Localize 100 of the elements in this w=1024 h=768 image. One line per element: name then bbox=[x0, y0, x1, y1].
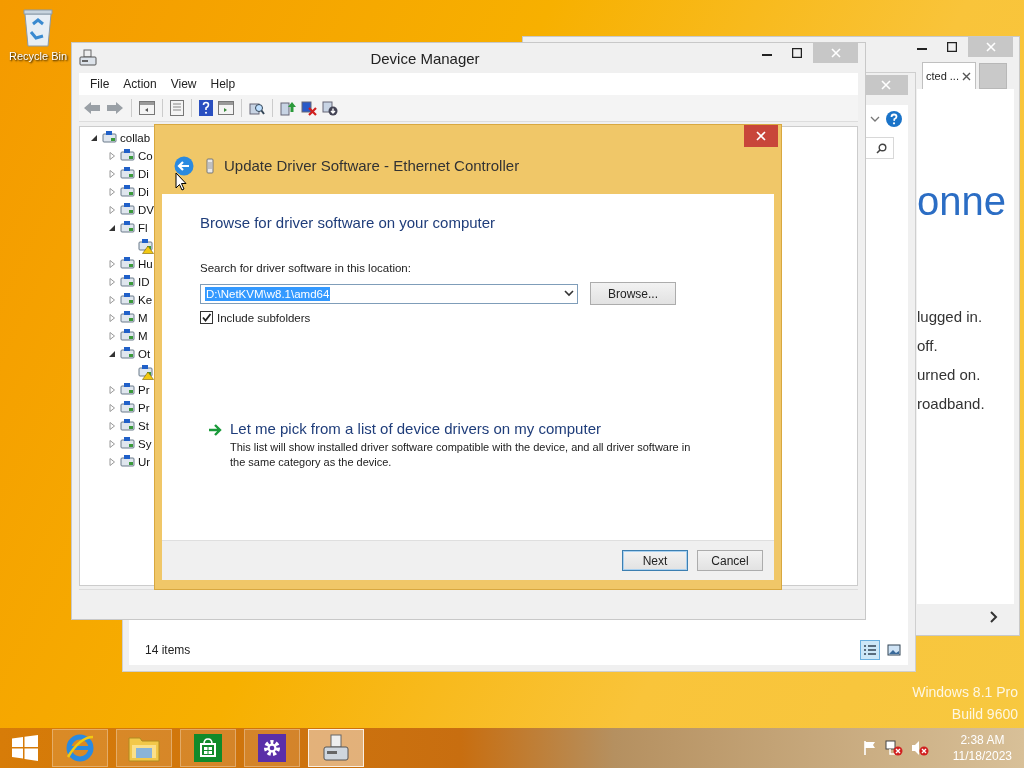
image-icon bbox=[887, 644, 901, 656]
tree-item[interactable]: Co bbox=[138, 150, 153, 162]
expand-arrow-icon[interactable] bbox=[108, 206, 116, 214]
close-button[interactable] bbox=[744, 125, 778, 147]
tree-item[interactable]: Ur bbox=[138, 456, 151, 468]
menu-item[interactable]: File bbox=[83, 77, 117, 91]
help-icon[interactable] bbox=[886, 111, 902, 127]
cancel-button[interactable]: Cancel bbox=[697, 550, 763, 571]
mouse-pointer-icon bbox=[175, 172, 187, 191]
dialog-heading: Browse for driver software on your computer bbox=[200, 214, 497, 231]
tree-item[interactable]: Di bbox=[138, 168, 149, 180]
tree-item[interactable]: Sy bbox=[138, 438, 152, 450]
uninstall-device-icon[interactable] bbox=[301, 100, 317, 116]
flag-icon[interactable] bbox=[862, 740, 877, 756]
device-icon bbox=[120, 256, 136, 272]
browser-icon bbox=[65, 733, 95, 763]
tree-item[interactable]: Pr bbox=[138, 402, 150, 414]
next-button[interactable]: Next bbox=[622, 550, 688, 571]
page-text: roadband. bbox=[917, 395, 986, 413]
maximize-icon bbox=[947, 42, 957, 52]
expand-arrow-icon[interactable] bbox=[108, 260, 116, 268]
disable-device-icon[interactable] bbox=[322, 100, 338, 116]
back-arrow-icon[interactable] bbox=[83, 101, 101, 115]
speaker-muted-icon[interactable] bbox=[910, 740, 929, 756]
tree-item[interactable]: collab bbox=[120, 132, 151, 144]
tree-item[interactable]: Pr bbox=[138, 384, 150, 396]
computer-icon bbox=[79, 49, 97, 67]
device-icon bbox=[120, 202, 136, 218]
pick-driver-link[interactable]: Let me pick from a list of device drivers on my computer bbox=[230, 420, 700, 437]
device-icon bbox=[120, 382, 136, 398]
help-icon[interactable] bbox=[199, 100, 213, 116]
taskbar-app-button[interactable] bbox=[180, 729, 236, 767]
taskbar-app-button[interactable] bbox=[308, 729, 364, 767]
close-icon bbox=[985, 42, 996, 52]
device-icon bbox=[120, 148, 136, 164]
tree-item[interactable]: St bbox=[138, 420, 149, 432]
device-icon bbox=[120, 310, 136, 326]
chevron-down-icon[interactable] bbox=[870, 115, 880, 123]
expand-arrow-icon[interactable] bbox=[108, 332, 116, 340]
expand-arrow-icon[interactable] bbox=[108, 188, 116, 196]
expand-arrow-icon[interactable] bbox=[108, 422, 116, 430]
collapse-arrow-icon[interactable] bbox=[108, 224, 116, 232]
browse-button[interactable]: Browse... bbox=[590, 282, 676, 305]
expand-arrow-icon[interactable] bbox=[108, 458, 116, 466]
expand-arrow-icon[interactable] bbox=[108, 404, 116, 412]
collapse-arrow-icon[interactable] bbox=[108, 350, 116, 358]
device-icon bbox=[120, 274, 136, 290]
field-label: Search for driver software in this location: bbox=[200, 262, 412, 274]
expand-arrow-icon[interactable] bbox=[108, 386, 116, 394]
window-pane-icon[interactable] bbox=[139, 101, 155, 115]
tree-item[interactable]: Di bbox=[138, 186, 149, 198]
gear-icon bbox=[258, 734, 286, 762]
device-icon bbox=[120, 328, 136, 344]
scroll-right-icon[interactable] bbox=[990, 611, 998, 623]
close-icon[interactable] bbox=[962, 71, 971, 81]
store-bag-icon bbox=[194, 734, 222, 762]
tree-item[interactable]: M bbox=[138, 312, 148, 324]
tree-item[interactable]: DV bbox=[138, 204, 154, 216]
expand-arrow-icon[interactable] bbox=[108, 440, 116, 448]
browser-tab[interactable]: cted ... bbox=[921, 62, 976, 89]
network-error-icon[interactable] bbox=[884, 740, 903, 756]
menu-item[interactable]: Help bbox=[203, 77, 243, 91]
collapse-arrow-icon[interactable] bbox=[90, 134, 98, 142]
device-icon bbox=[120, 220, 136, 236]
back-button-icon[interactable] bbox=[174, 155, 194, 176]
device-icon bbox=[120, 400, 136, 416]
update-driver-icon[interactable] bbox=[280, 100, 296, 116]
windows-logo-icon[interactable] bbox=[12, 735, 38, 761]
details-view-button[interactable] bbox=[860, 640, 880, 660]
tree-item[interactable]: Ke bbox=[138, 294, 153, 306]
recycle-bin-icon[interactable] bbox=[21, 6, 55, 48]
search-icon bbox=[876, 142, 887, 154]
window-pane-icon[interactable] bbox=[218, 101, 234, 115]
expand-arrow-icon[interactable] bbox=[108, 314, 116, 322]
clock-date: 11/18/2023 bbox=[952, 749, 1012, 763]
scan-hardware-icon[interactable] bbox=[249, 100, 265, 116]
expand-arrow-icon[interactable] bbox=[108, 152, 116, 160]
tree-item[interactable]: Hu bbox=[138, 258, 153, 270]
page-text: lugged in. bbox=[917, 308, 984, 326]
close-icon bbox=[880, 80, 891, 90]
details-list-icon bbox=[863, 644, 877, 656]
forward-arrow-icon[interactable] bbox=[106, 101, 124, 115]
tree-item[interactable]: ID bbox=[138, 276, 150, 288]
checkbox-label[interactable]: Include subfolders bbox=[217, 311, 311, 324]
tree-item[interactable]: M bbox=[138, 330, 148, 342]
expand-arrow-icon[interactable] bbox=[108, 170, 116, 178]
device-icon bbox=[120, 184, 136, 200]
properties-icon[interactable] bbox=[170, 100, 184, 116]
caret-icon bbox=[564, 290, 574, 297]
menu-item[interactable]: Action bbox=[116, 77, 164, 91]
folder-icon bbox=[128, 734, 160, 762]
menu-item[interactable]: View bbox=[163, 77, 204, 91]
checkbox[interactable] bbox=[200, 311, 213, 324]
taskbar-app-button[interactable] bbox=[244, 729, 300, 767]
network-adapter-icon bbox=[206, 157, 214, 174]
expand-arrow-icon[interactable] bbox=[108, 278, 116, 286]
dialog-title: Update Driver Software - Ethernet Controller bbox=[224, 157, 520, 174]
tree-item[interactable]: Fl bbox=[138, 222, 148, 234]
expand-arrow-icon[interactable] bbox=[108, 296, 116, 304]
tree-item[interactable]: Ot bbox=[138, 348, 151, 360]
